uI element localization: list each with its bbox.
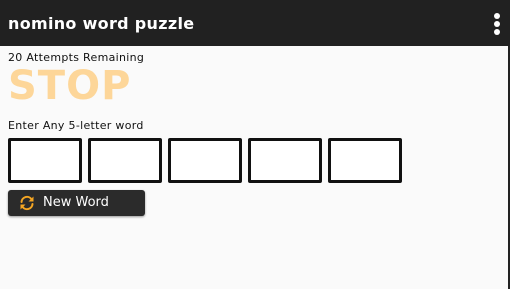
app-window: nomino word puzzle 20 Attempts Remaining… — [0, 0, 510, 289]
refresh-icon — [20, 195, 34, 211]
letter-box-3[interactable] — [168, 138, 242, 183]
app-bar: nomino word puzzle — [0, 0, 510, 46]
letter-box-5[interactable] — [328, 138, 402, 183]
letter-box-1[interactable] — [8, 138, 82, 183]
more-vert-icon — [494, 13, 500, 19]
letter-box-4[interactable] — [248, 138, 322, 183]
word-prompt: Enter Any 5-letter word — [8, 119, 144, 132]
status-word: STOP — [8, 63, 132, 109]
overflow-menu-button[interactable] — [492, 13, 502, 37]
new-word-button[interactable]: New Word — [8, 190, 145, 216]
letter-box-2[interactable] — [88, 138, 162, 183]
app-title: nomino word puzzle — [8, 14, 195, 33]
new-word-label: New Word — [43, 195, 109, 210]
